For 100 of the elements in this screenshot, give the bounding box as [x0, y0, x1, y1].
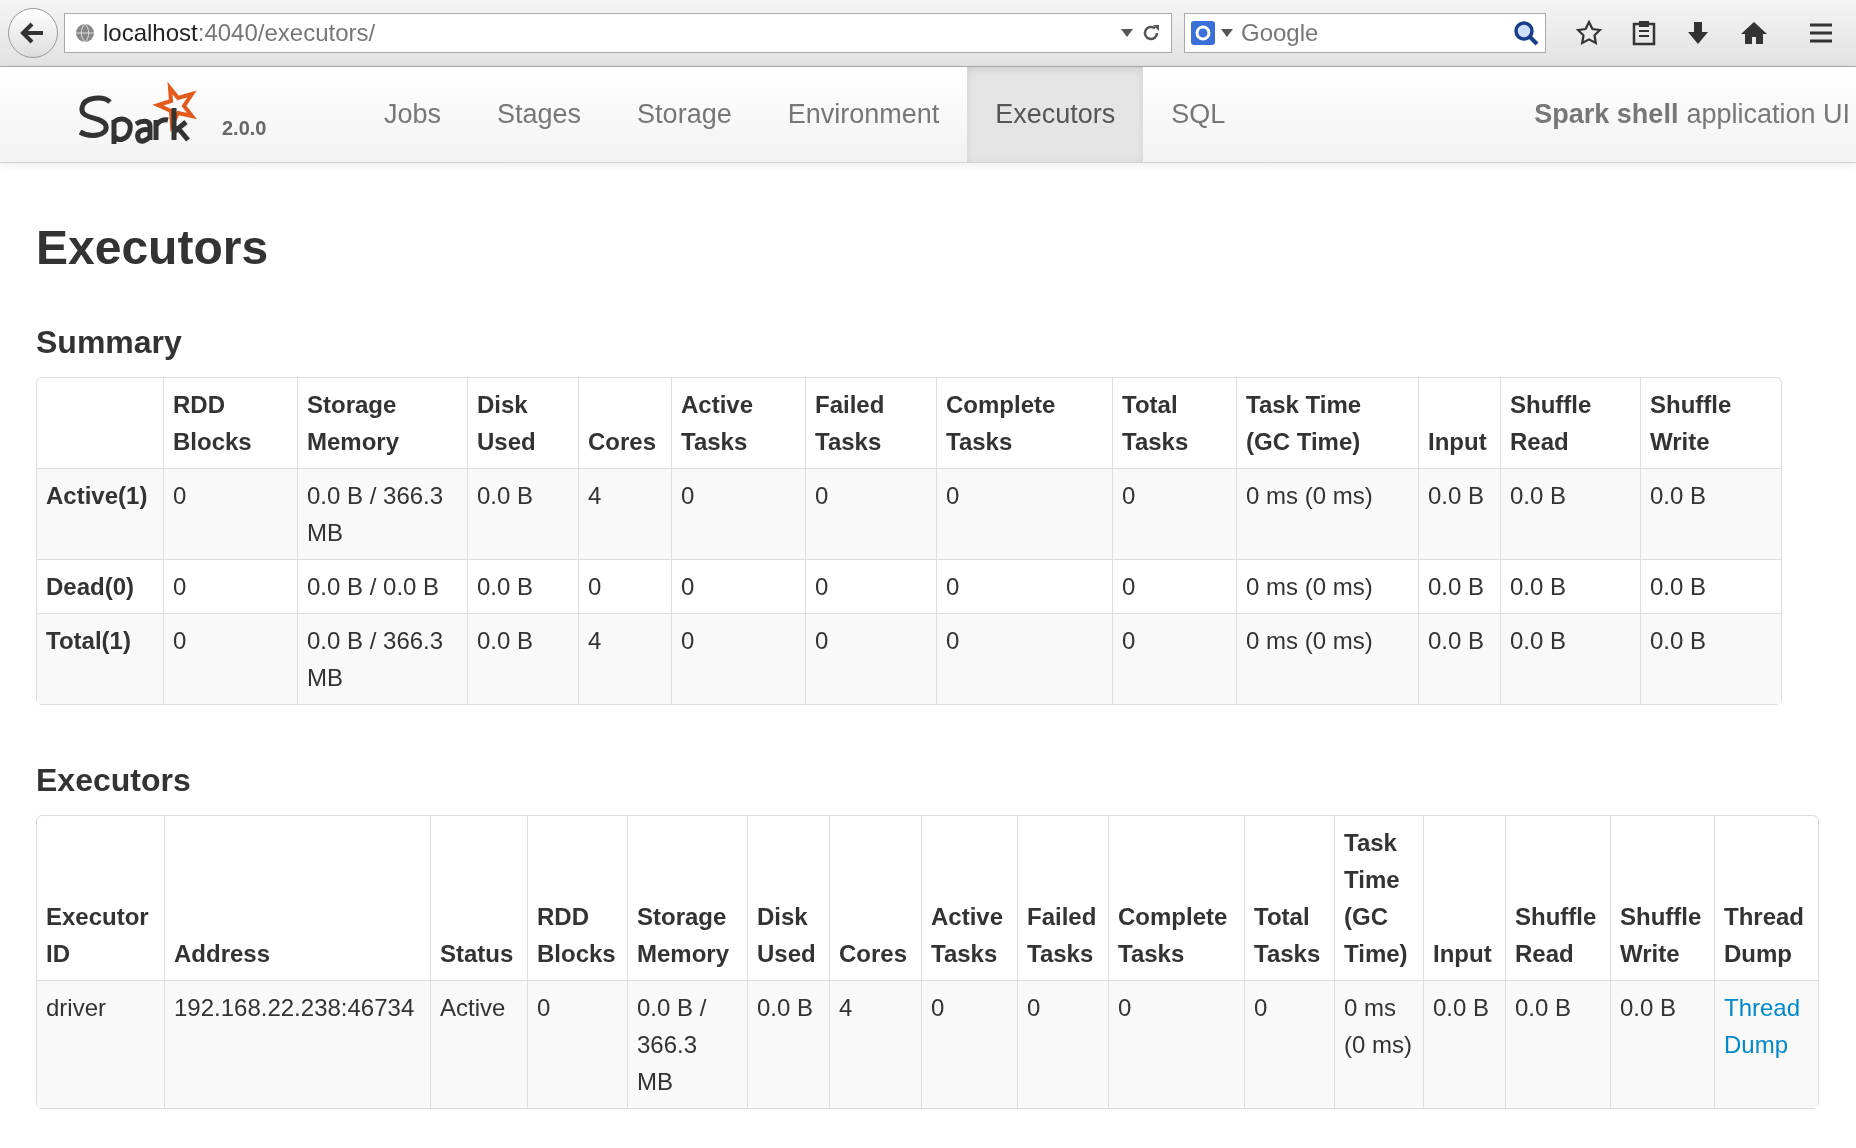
column-header[interactable]: Status	[440, 935, 518, 973]
row-header: Total(1)	[46, 626, 132, 656]
dropdown-icon[interactable]	[1121, 29, 1133, 37]
column-header[interactable]: Shuffle Write	[1620, 898, 1705, 973]
table-cell-text: 0.0 B / 366.3 MB	[307, 626, 445, 693]
table-cell-text: 0 ms (0 ms)	[1344, 993, 1413, 1061]
column-header[interactable]: Executor ID	[46, 898, 155, 973]
table-cell-text: 0	[173, 572, 188, 602]
clipboard-icon[interactable]	[1632, 20, 1656, 46]
table-cell-text: 0.0 B / 366.3 MB	[307, 481, 445, 548]
column-header[interactable]: Disk Used	[477, 386, 569, 460]
column-header[interactable]: Thread Dump	[1724, 898, 1809, 973]
column-header[interactable]: Shuffle Read	[1510, 386, 1631, 460]
table-cell-text: 0.0 B / 0.0 B	[307, 572, 441, 602]
table-cell-text: 0	[815, 572, 830, 602]
version-label: 2.0.0	[222, 117, 267, 140]
page-title: Executors	[36, 220, 270, 276]
home-icon[interactable]	[1740, 20, 1768, 46]
download-icon[interactable]	[1686, 20, 1710, 46]
column-header[interactable]: Disk Used	[757, 898, 820, 973]
table-cell-text: 0	[173, 626, 188, 656]
table-cell-text: 0	[815, 626, 830, 656]
column-header[interactable]: Complete Tasks	[946, 386, 1103, 460]
table-cell-text: 0.0 B	[757, 993, 815, 1024]
table-cell-text: 0	[681, 626, 696, 656]
star-icon[interactable]	[1576, 20, 1602, 46]
table-cell-text: 0	[681, 481, 696, 511]
column-header[interactable]: Active Tasks	[681, 386, 796, 460]
table-cell-text: 0.0 B	[1433, 993, 1491, 1024]
search-icon[interactable]	[1513, 20, 1539, 46]
table-cell-text: 0.0 B	[1510, 481, 1568, 511]
address-bar[interactable]: localhost:4040/executors/	[64, 13, 1172, 53]
column-header[interactable]: Task Time (GC Time)	[1246, 386, 1409, 460]
table-cell-text: 0.0 B	[1428, 626, 1486, 656]
table-cell-text: 0.0 B	[1620, 993, 1678, 1024]
nav-tab[interactable]: Storage	[609, 67, 760, 162]
table-cell-text: 0.0 B	[1515, 993, 1573, 1024]
table-cell-text: 0.0 B	[1428, 572, 1486, 602]
column-header[interactable]: Complete Tasks	[1118, 898, 1235, 973]
column-header[interactable]: Input	[1433, 935, 1496, 973]
back-arrow-icon	[20, 22, 46, 44]
column-header[interactable]: RDD Blocks	[537, 898, 618, 973]
table-cell-text: 0.0 B	[1650, 481, 1708, 511]
back-button[interactable]	[8, 8, 58, 58]
table-cell-text: 0	[681, 572, 696, 602]
nav-tab[interactable]: Environment	[759, 67, 968, 162]
column-header[interactable]: Cores	[588, 423, 662, 460]
table-cell-text: 0	[537, 993, 552, 1024]
column-header[interactable]: Total Tasks	[1254, 898, 1325, 973]
column-header[interactable]: Task Time (GC Time)	[1344, 824, 1414, 973]
table-cell-text: Active	[440, 993, 507, 1024]
search-box[interactable]: Google	[1184, 13, 1546, 53]
table-cell-text: 0	[1027, 993, 1042, 1024]
section-heading: Executors	[36, 761, 192, 800]
column-header[interactable]: RDD Blocks	[173, 386, 288, 460]
table-cell-text: 0	[1122, 481, 1137, 511]
table-cell-text: 0	[815, 481, 830, 511]
nav-tab[interactable]: Executors	[967, 67, 1144, 162]
table-cell-text: 0.0 B	[1650, 626, 1708, 656]
row-header: Active(1)	[46, 481, 149, 511]
row-header: Dead(0)	[46, 572, 136, 602]
column-header[interactable]: Input	[1428, 423, 1491, 460]
table-cell-text: 0	[931, 993, 946, 1024]
section-heading: Summary	[36, 322, 183, 361]
column-header[interactable]: Active Tasks	[931, 898, 1008, 973]
table-cell-text: 0	[1118, 993, 1133, 1024]
table-cell-text: 0.0 B	[477, 481, 535, 511]
column-header[interactable]: Storage Memory	[637, 898, 738, 973]
table-cell-text: 0	[1122, 626, 1137, 656]
table-cell-text: 0.0 B	[477, 626, 535, 656]
dropdown-icon[interactable]	[1221, 29, 1233, 37]
table-cell-text: driver	[46, 993, 107, 1024]
table-cell-text: 0	[946, 572, 961, 602]
table-cell-text: 0.0 B	[1650, 572, 1708, 602]
column-header[interactable]: Shuffle Write	[1650, 386, 1772, 460]
table-cell-text: 0 ms (0 ms)	[1246, 626, 1374, 656]
table-cell-text: 0 ms (0 ms)	[1246, 481, 1374, 511]
nav-tab[interactable]: SQL	[1143, 67, 1254, 162]
column-header[interactable]: Shuffle Read	[1515, 898, 1601, 973]
column-header[interactable]: Total Tasks	[1122, 386, 1227, 460]
table-cell-text: 0	[946, 481, 961, 511]
column-header[interactable]: Address	[174, 935, 421, 973]
column-header[interactable]: Storage Memory	[307, 386, 458, 460]
table-cell-text: 0	[173, 481, 188, 511]
table-cell-text: 0	[946, 626, 961, 656]
menu-icon[interactable]	[1808, 21, 1834, 45]
nav-tab[interactable]: Stages	[469, 67, 610, 162]
column-header[interactable]: Failed Tasks	[1027, 898, 1099, 973]
table-cell-text: 0	[1122, 572, 1137, 602]
table-cell-text: 4	[839, 993, 854, 1024]
table-cell-text: 0.0 B / 366.3 MB	[637, 993, 708, 1098]
app-suffix: application UI	[1686, 99, 1850, 130]
column-header[interactable]: Cores	[839, 935, 912, 973]
table-cell-text: 0.0 B	[1428, 481, 1486, 511]
reload-icon[interactable]	[1141, 23, 1161, 43]
column-header[interactable]: Failed Tasks	[815, 386, 927, 460]
nav-tab[interactable]: Jobs	[356, 67, 470, 162]
table-cell-text: 4	[588, 626, 603, 656]
app-name: Spark shell	[1534, 99, 1679, 130]
table-cell-text: 4	[588, 481, 603, 511]
